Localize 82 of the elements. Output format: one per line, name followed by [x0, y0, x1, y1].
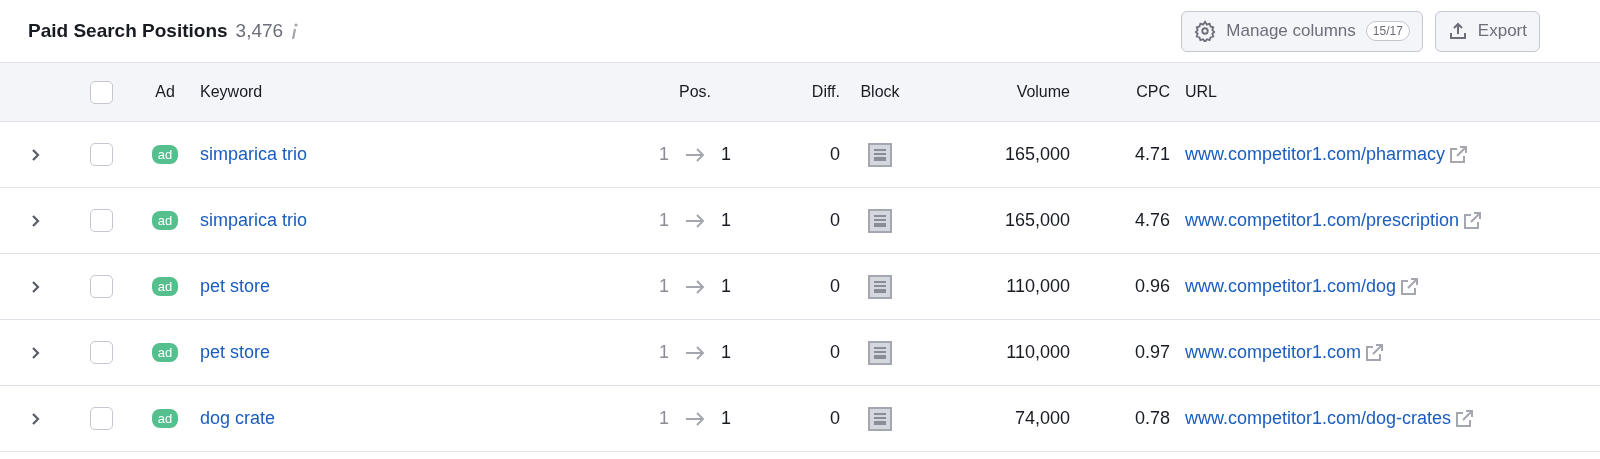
- ad-tag: ad: [151, 145, 179, 164]
- previous-position: 1: [659, 144, 669, 165]
- column-header: Keyword: [200, 83, 263, 101]
- result-count: 3,476: [235, 20, 284, 42]
- row-checkbox[interactable]: [89, 143, 113, 166]
- column-count-badge: 15/17: [1365, 21, 1410, 41]
- row-checkbox[interactable]: [89, 341, 113, 364]
- external-link-icon[interactable]: [1463, 211, 1482, 230]
- previous-position: 1: [659, 210, 669, 231]
- diff-value: 0: [830, 408, 840, 429]
- cpc-value: 0.78: [1134, 408, 1170, 429]
- cpc-value: 0.96: [1134, 276, 1170, 297]
- url-link[interactable]: www.competitor1.com/prescription: [1185, 210, 1460, 231]
- arrow-right-icon: [685, 213, 705, 228]
- row-checkbox[interactable]: [89, 275, 113, 298]
- current-position: 1: [721, 144, 731, 165]
- expand-chevron-icon[interactable]: [31, 411, 41, 426]
- cpc-value: 0.97: [1134, 342, 1170, 363]
- volume-value: 165,000: [1004, 144, 1070, 165]
- expand-chevron-icon[interactable]: [31, 279, 41, 294]
- url-link[interactable]: www.competitor1.com/dog: [1185, 276, 1397, 297]
- url-link[interactable]: www.competitor1.com: [1185, 342, 1362, 363]
- panel-title: Paid Search Positions: [28, 20, 228, 42]
- block-icon: [868, 142, 892, 167]
- row-checkbox[interactable]: [89, 209, 113, 232]
- diff-value: 0: [830, 276, 840, 297]
- expand-chevron-icon[interactable]: [31, 345, 41, 360]
- external-link-icon[interactable]: [1455, 409, 1474, 428]
- block-icon: [868, 274, 892, 299]
- manage-columns-button[interactable]: Manage columns 15/17: [1181, 10, 1423, 52]
- ad-tag: ad: [151, 343, 179, 362]
- export-button[interactable]: Export: [1434, 10, 1540, 52]
- column-header: Pos.: [679, 83, 711, 101]
- row-checkbox[interactable]: [89, 407, 113, 430]
- url-link[interactable]: www.competitor1.com/dog-crates: [1185, 408, 1452, 429]
- arrow-right-icon: [685, 147, 705, 162]
- block-icon: [868, 340, 892, 365]
- cpc-value: 4.71: [1134, 144, 1170, 165]
- expand-chevron-icon[interactable]: [31, 213, 41, 228]
- previous-position: 1: [659, 342, 669, 363]
- keyword-link[interactable]: simparica trio: [200, 144, 308, 165]
- url-link[interactable]: www.competitor1.com/pharmacy: [1185, 144, 1446, 165]
- cpc-value: 4.76: [1134, 210, 1170, 231]
- volume-value: 165,000: [1004, 210, 1070, 231]
- volume-value: 110,000: [1006, 342, 1070, 363]
- column-header: CPC: [1136, 83, 1170, 101]
- current-position: 1: [721, 342, 731, 363]
- arrow-right-icon: [685, 279, 705, 294]
- diff-value: 0: [830, 144, 840, 165]
- column-header: Diff.: [811, 83, 840, 101]
- expand-chevron-icon[interactable]: [31, 147, 41, 162]
- previous-position: 1: [659, 408, 669, 429]
- keyword-link[interactable]: dog crate: [200, 408, 276, 429]
- info-icon[interactable]: [291, 22, 300, 40]
- block-icon: [868, 406, 892, 431]
- column-header: URL: [1185, 83, 1217, 101]
- current-position: 1: [721, 408, 731, 429]
- arrow-right-icon: [685, 345, 705, 360]
- column-header: Block: [860, 83, 900, 101]
- ad-tag: ad: [151, 277, 179, 296]
- column-header: Volume: [1016, 83, 1070, 101]
- diff-value: 0: [830, 342, 840, 363]
- ad-tag: ad: [151, 211, 179, 230]
- keyword-link[interactable]: pet store: [200, 276, 271, 297]
- column-header: Ad: [155, 83, 175, 101]
- select-all-checkbox[interactable]: [89, 80, 113, 104]
- external-link-icon[interactable]: [1400, 277, 1419, 296]
- previous-position: 1: [659, 276, 669, 297]
- volume-value: 74,000: [1014, 408, 1070, 429]
- diff-value: 0: [830, 210, 840, 231]
- upload-icon: [1447, 21, 1468, 41]
- arrow-right-icon: [685, 411, 705, 426]
- external-link-icon[interactable]: [1449, 145, 1468, 164]
- volume-value: 110,000: [1006, 276, 1070, 297]
- current-position: 1: [721, 210, 731, 231]
- current-position: 1: [721, 276, 731, 297]
- keyword-link[interactable]: pet store: [200, 342, 271, 363]
- external-link-icon[interactable]: [1365, 343, 1384, 362]
- keyword-link[interactable]: simparica trio: [200, 210, 308, 231]
- settings-icon: [1194, 20, 1217, 42]
- ad-tag: ad: [151, 409, 179, 428]
- block-icon: [868, 208, 892, 233]
